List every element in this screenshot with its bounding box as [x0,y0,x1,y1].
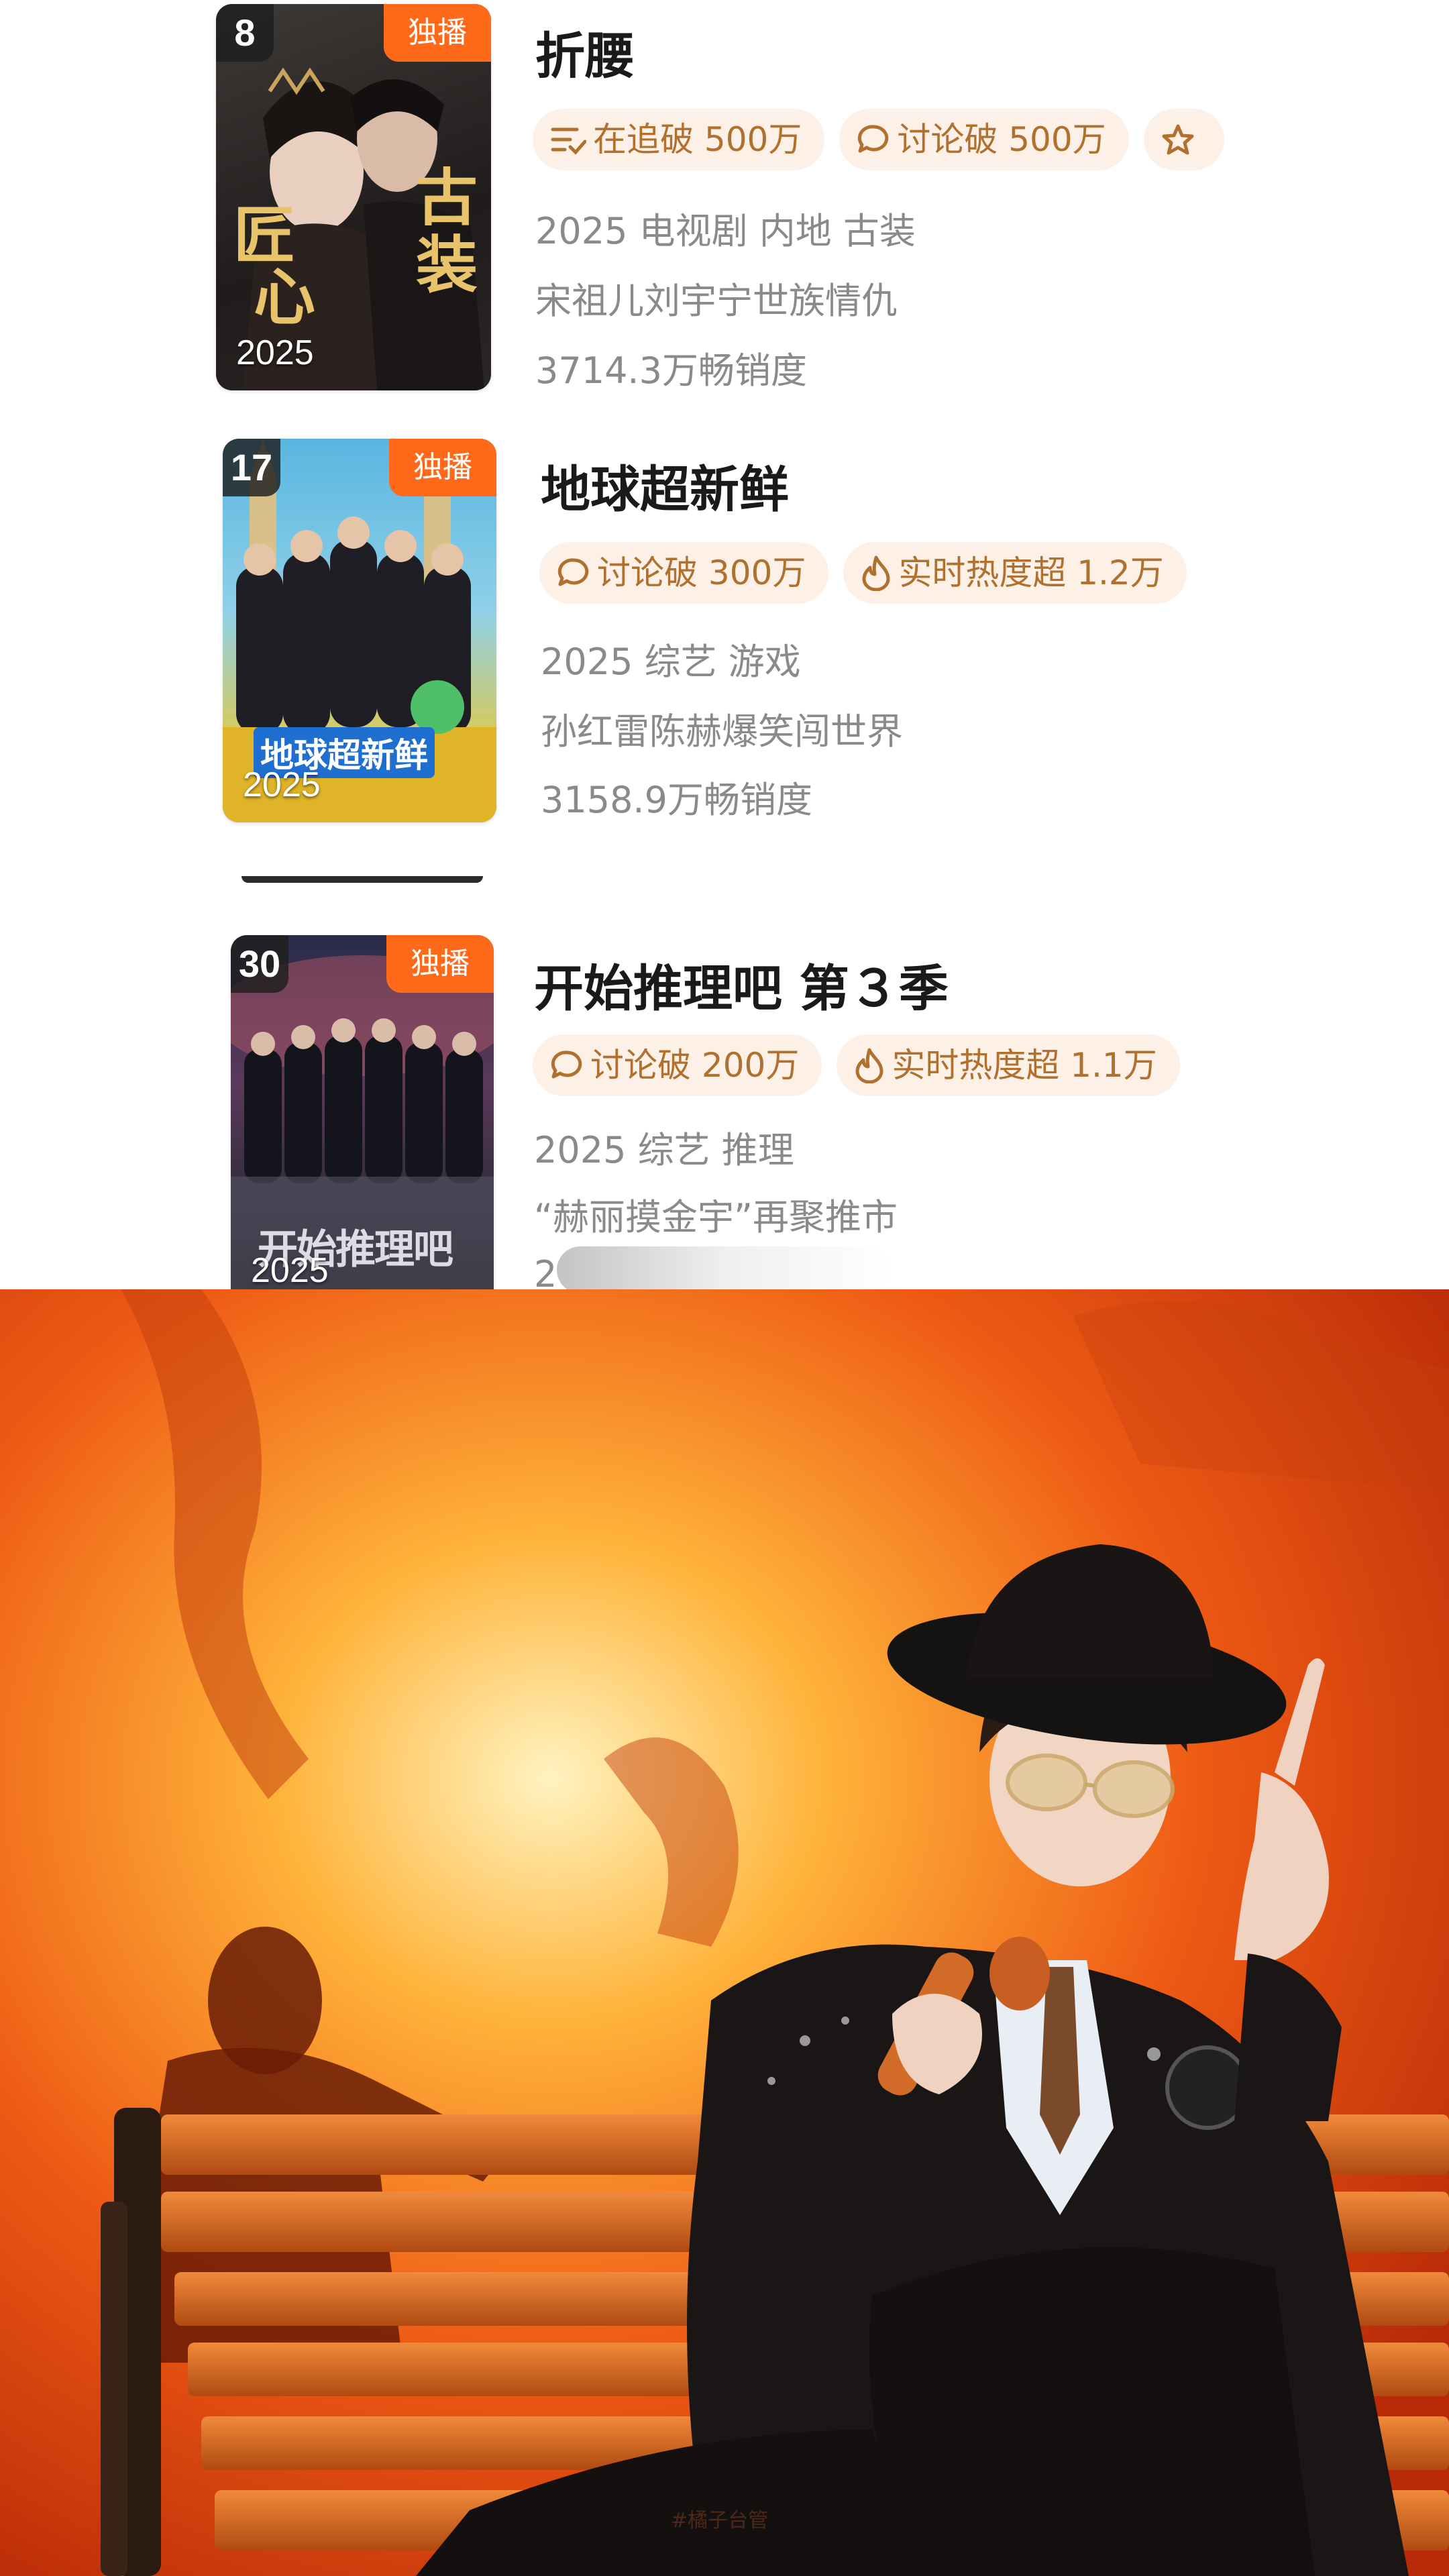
photo-watermark: #橘子台管 [671,2509,769,2532]
concert-photo: #橘子台管 [0,1289,1449,2576]
show-sales: 2 [534,1253,557,1289]
tag-chip[interactable]: 讨论破 500万 [839,109,1129,170]
tag-chip[interactable]: 讨论破 200万 [533,1034,822,1096]
flame-icon [855,1048,883,1083]
chat-bubble-icon [551,1050,582,1078]
poster-edge [241,876,483,883]
poster-art-text: 古 装 [415,162,478,301]
list-item[interactable]: 地球超新鲜 17 独播 2025 地球超新鲜 讨论破 300万 实时热度超 1.… [0,429,1449,845]
chat-bubble-icon [557,557,589,586]
show-info: 2025 综艺 游戏 [541,641,801,683]
tag-chip[interactable]: 实时热度超 1.1万 [837,1034,1180,1096]
show-title[interactable]: 地球超新鲜 [541,449,789,521]
show-info: 2025 电视剧 内地 古装 [535,210,916,252]
poster-image[interactable]: 匠 心 古 装 8 独播 2025 [216,4,491,390]
tag-row: 在追破 500万 讨论破 500万 [533,109,1250,170]
poster-year: 2025 [251,1251,329,1289]
ranking-list: 匠 心 古 装 8 独播 2025 折腰 在追破 500万 讨论破 500万 2… [0,0,1449,1289]
list-item[interactable]: 匠 心 古 装 8 独播 2025 折腰 在追破 500万 讨论破 500万 2… [0,0,1449,402]
tag-chip[interactable]: 实时热度超 1.2万 [843,542,1187,604]
tag-row: 讨论破 200万 实时热度超 1.1万 [533,1034,1250,1096]
blurred-watermark [557,1246,892,1289]
show-description: “赫丽摸金宇”再聚推市 [534,1196,898,1238]
show-description: 孙红雷陈赫爆笑闯世界 [541,710,903,753]
list-check-icon [551,127,586,155]
chat-bubble-icon [858,124,889,152]
show-description: 宋祖儿刘宇宁世族情仇 [535,280,898,322]
flame-icon [862,555,890,591]
show-sales: 3714.3万畅销度 [535,350,807,392]
tag-row: 讨论破 300万 实时热度超 1.2万 [539,542,1257,604]
exclusive-badge: 独播 [386,935,494,993]
show-info: 2025 综艺 推理 [534,1129,794,1171]
tag-chip[interactable] [1143,109,1224,170]
exclusive-badge: 独播 [384,4,491,62]
poster-image[interactable]: 开始推理吧 30 独播 2025 [231,935,494,1289]
rank-number: 17 [223,439,280,496]
tag-chip[interactable]: 讨论破 300万 [539,542,829,604]
concert-photo-art [0,1289,1449,2576]
show-title[interactable]: 开始推理吧 第３季 [534,949,949,1020]
poster-art-text: 匠 心 [233,200,316,333]
poster-image[interactable]: 地球超新鲜 17 独播 2025 [223,439,496,822]
rank-number: 30 [231,935,288,993]
rank-number: 8 [216,4,274,62]
show-title[interactable]: 折腰 [535,16,635,88]
exclusive-badge: 独播 [389,439,496,496]
show-sales: 3158.9万畅销度 [541,779,812,821]
star-icon [1162,124,1194,154]
list-item[interactable]: 开始推理吧 30 独播 2025 开始推理吧 第３季 讨论破 200万 实时热度… [0,926,1449,1289]
poster-year: 2025 [236,333,314,372]
tag-chip[interactable]: 在追破 500万 [533,109,825,170]
poster-year: 2025 [243,765,321,804]
